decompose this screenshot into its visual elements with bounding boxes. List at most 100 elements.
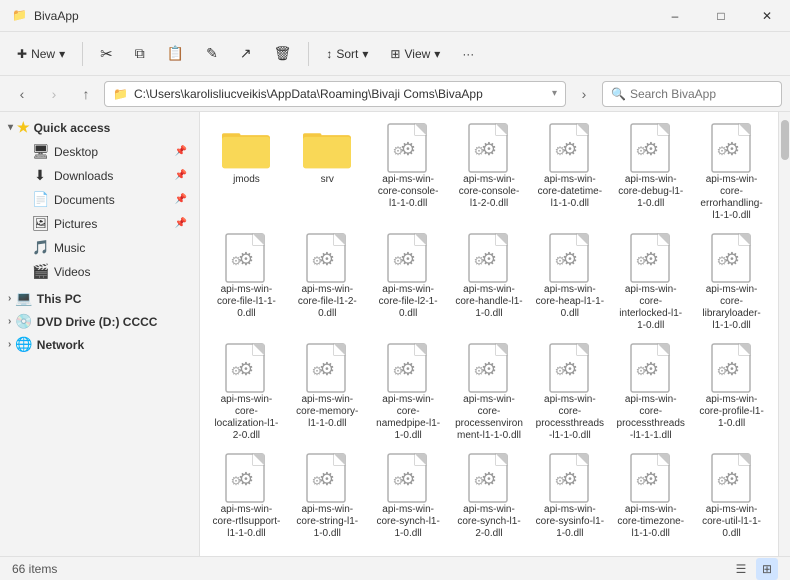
- file-name: api-ms-win-core-errorhandling-l1-1-0.dll: [697, 174, 766, 222]
- file-item[interactable]: ⚙ ⚙ api-ms-win-core-synch-l1-1-0.dll: [370, 450, 447, 544]
- svg-text:⚙: ⚙: [716, 364, 727, 378]
- more-label: ···: [462, 47, 474, 61]
- file-name: api-ms-win-core-datetime-l1-1-0.dll: [535, 174, 604, 210]
- network-label: Network: [37, 338, 84, 352]
- right-scrollbar[interactable]: [778, 112, 790, 556]
- dvd-expand-icon: ›: [8, 316, 11, 327]
- file-item[interactable]: ⚙ ⚙ api-ms-win-core-handle-l1-1-0.dll: [451, 230, 528, 336]
- file-item[interactable]: ⚙ ⚙ api-ms-win-core-localization-l1-2-0.…: [208, 340, 285, 446]
- dll-icon: ⚙ ⚙: [708, 454, 756, 502]
- file-item[interactable]: ⚙ ⚙ api-ms-win-core-console-l1-1-0.dll: [370, 120, 447, 226]
- file-item[interactable]: ⚙ ⚙ api-ms-win-core-interlocked-l1-1-0.d…: [612, 230, 689, 336]
- sidebar-item-desktop[interactable]: 🖥 Desktop 📌: [4, 140, 195, 163]
- svg-text:⚙: ⚙: [312, 254, 323, 268]
- file-item[interactable]: ⚙ ⚙ api-ms-win-core-console-l1-2-0.dll: [451, 120, 528, 226]
- file-item[interactable]: srv: [289, 120, 366, 226]
- downloads-label: Downloads: [54, 169, 113, 183]
- network-header[interactable]: › 🌐 Network: [0, 333, 199, 356]
- file-item[interactable]: ⚙ ⚙ api-ms-win-core-processthreads-l1-1-…: [612, 340, 689, 446]
- documents-label: Documents: [54, 193, 115, 207]
- main-layout: ▾ ★ Quick access 🖥 Desktop 📌 ⬇ Downloads…: [0, 112, 790, 556]
- dll-icon: ⚙ ⚙: [546, 124, 594, 172]
- sort-dropdown-icon: ▾: [362, 47, 368, 61]
- file-item[interactable]: ⚙ ⚙ api-ms-win-core-errorhandling-l1-1-0…: [693, 120, 770, 226]
- rename-button[interactable]: ✎: [197, 40, 227, 67]
- svg-text:⚙: ⚙: [635, 254, 646, 268]
- file-item[interactable]: ⚙ ⚙ api-ms-win-core-util-l1-1-0.dll: [693, 450, 770, 544]
- nav-go-button[interactable]: ›: [570, 80, 598, 108]
- delete-button[interactable]: 🗑: [265, 40, 301, 67]
- file-item[interactable]: ⚙ ⚙ api-ms-win-core-libraryloader-l1-1-0…: [693, 230, 770, 336]
- file-item[interactable]: ⚙ ⚙ api-ms-win-core-processenvironment-l…: [451, 340, 528, 446]
- svg-text:⚙: ⚙: [231, 364, 242, 378]
- view-label: View: [404, 47, 430, 61]
- dll-icon: ⚙ ⚙: [384, 344, 432, 392]
- file-item[interactable]: ⚙ ⚙ api-ms-win-core-heap-l1-1-0.dll: [531, 230, 608, 336]
- up-button[interactable]: ↑: [72, 80, 100, 108]
- forward-button[interactable]: ›: [40, 80, 68, 108]
- file-item[interactable]: ⚙ ⚙ api-ms-win-core-file-l1-2-0.dll: [289, 230, 366, 336]
- view-button[interactable]: ⊞ View ▾: [381, 42, 449, 66]
- file-item[interactable]: ⚙ ⚙ api-ms-win-core-processthreads-l1-1-…: [531, 340, 608, 446]
- sidebar-item-downloads[interactable]: ⬇ Downloads 📌: [4, 164, 195, 187]
- sidebar-item-videos[interactable]: 🎬 Videos: [4, 260, 195, 283]
- maximize-button[interactable]: □: [698, 0, 744, 32]
- share-button[interactable]: ↗: [231, 40, 261, 67]
- file-item[interactable]: ⚙ ⚙ api-ms-win-core-debug-l1-1-0.dll: [612, 120, 689, 226]
- svg-text:⚙: ⚙: [393, 144, 404, 158]
- sidebar-item-pictures[interactable]: 🖼 Pictures 📌: [4, 212, 195, 235]
- toolbar: ✚ New ▾ ✂ ⧉ 📋 ✎ ↗ 🗑 ↕ Sort ▾ ⊞ View ▾ ··…: [0, 32, 790, 76]
- minimize-button[interactable]: –: [652, 0, 698, 32]
- dll-icon: ⚙ ⚙: [465, 124, 513, 172]
- file-item[interactable]: ⚙ ⚙ api-ms-win-core-string-l1-1-0.dll: [289, 450, 366, 544]
- cut-button[interactable]: ✂: [91, 40, 122, 68]
- grid-view-button[interactable]: ⊞: [756, 558, 778, 580]
- file-item[interactable]: ⚙ ⚙ api-ms-win-core-sysinfo-l1-1-0.dll: [531, 450, 608, 544]
- paste-button[interactable]: 📋: [158, 40, 193, 67]
- close-button[interactable]: ✕: [744, 0, 790, 32]
- file-item[interactable]: ⚙ ⚙ api-ms-win-core-synch-l1-2-0.dll: [451, 450, 528, 544]
- file-item[interactable]: ⚙ ⚙ api-ms-win-core-file-l2-1-0.dll: [370, 230, 447, 336]
- svg-text:⚙: ⚙: [474, 254, 485, 268]
- this-pc-header[interactable]: › 💻 This PC: [0, 287, 199, 310]
- rename-icon: ✎: [206, 45, 218, 62]
- file-item[interactable]: ⚙ ⚙ api-ms-win-core-file-l1-1-0.dll: [208, 230, 285, 336]
- sidebar-item-documents[interactable]: 📄 Documents 📌: [4, 188, 195, 211]
- file-name: api-ms-win-core-localization-l1-2-0.dll: [212, 394, 281, 442]
- file-name: api-ms-win-core-profile-l1-1-0.dll: [697, 394, 766, 430]
- svg-text:⚙: ⚙: [474, 364, 485, 378]
- file-item[interactable]: ⚙ ⚙ api-ms-win-core-timezone-l1-1-0.dll: [612, 450, 689, 544]
- file-item[interactable]: jmods: [208, 120, 285, 226]
- svg-text:⚙: ⚙: [635, 144, 646, 158]
- back-button[interactable]: ‹: [8, 80, 36, 108]
- file-item[interactable]: ⚙ ⚙ api-ms-win-core-datetime-l1-1-0.dll: [531, 120, 608, 226]
- address-bar[interactable]: 📁 C:\Users\karolisliucveikis\AppData\Roa…: [104, 81, 566, 107]
- svg-text:⚙: ⚙: [474, 474, 485, 488]
- search-input[interactable]: [630, 87, 773, 101]
- search-icon: 🔍: [611, 87, 626, 101]
- list-view-button[interactable]: ☰: [730, 558, 752, 580]
- more-button[interactable]: ···: [453, 42, 483, 66]
- dvd-drive-header[interactable]: › 💿 DVD Drive (D:) CCCC: [0, 310, 199, 333]
- svg-text:⚙: ⚙: [635, 364, 646, 378]
- svg-text:⚙: ⚙: [393, 364, 404, 378]
- file-name: api-ms-win-core-interlocked-l1-1-0.dll: [616, 284, 685, 332]
- search-bar[interactable]: 🔍: [602, 81, 782, 107]
- dll-icon: ⚙ ⚙: [222, 234, 270, 282]
- file-item[interactable]: ⚙ ⚙ api-ms-win-core-profile-l1-1-0.dll: [693, 340, 770, 446]
- quick-access-label: Quick access: [34, 121, 111, 135]
- file-item[interactable]: ⚙ ⚙ api-ms-win-core-rtlsupport-l1-1-0.dl…: [208, 450, 285, 544]
- dll-icon: ⚙ ⚙: [627, 234, 675, 282]
- file-name: api-ms-win-core-processthreads-l1-1-1.dl…: [616, 394, 685, 442]
- sidebar-item-music[interactable]: 🎵 Music: [4, 236, 195, 259]
- dll-icon: ⚙ ⚙: [627, 454, 675, 502]
- new-button[interactable]: ✚ New ▾: [8, 42, 74, 66]
- dll-icon: ⚙ ⚙: [303, 344, 351, 392]
- dvd-icon: 💿: [15, 313, 32, 330]
- sort-button[interactable]: ↕ Sort ▾: [317, 42, 377, 66]
- copy-button[interactable]: ⧉: [126, 40, 154, 67]
- file-name: api-ms-win-core-console-l1-2-0.dll: [455, 174, 524, 210]
- file-item[interactable]: ⚙ ⚙ api-ms-win-core-memory-l1-1-0.dll: [289, 340, 366, 446]
- file-item[interactable]: ⚙ ⚙ api-ms-win-core-namedpipe-l1-1-0.dll: [370, 340, 447, 446]
- quick-access-header[interactable]: ▾ ★ Quick access: [0, 116, 199, 139]
